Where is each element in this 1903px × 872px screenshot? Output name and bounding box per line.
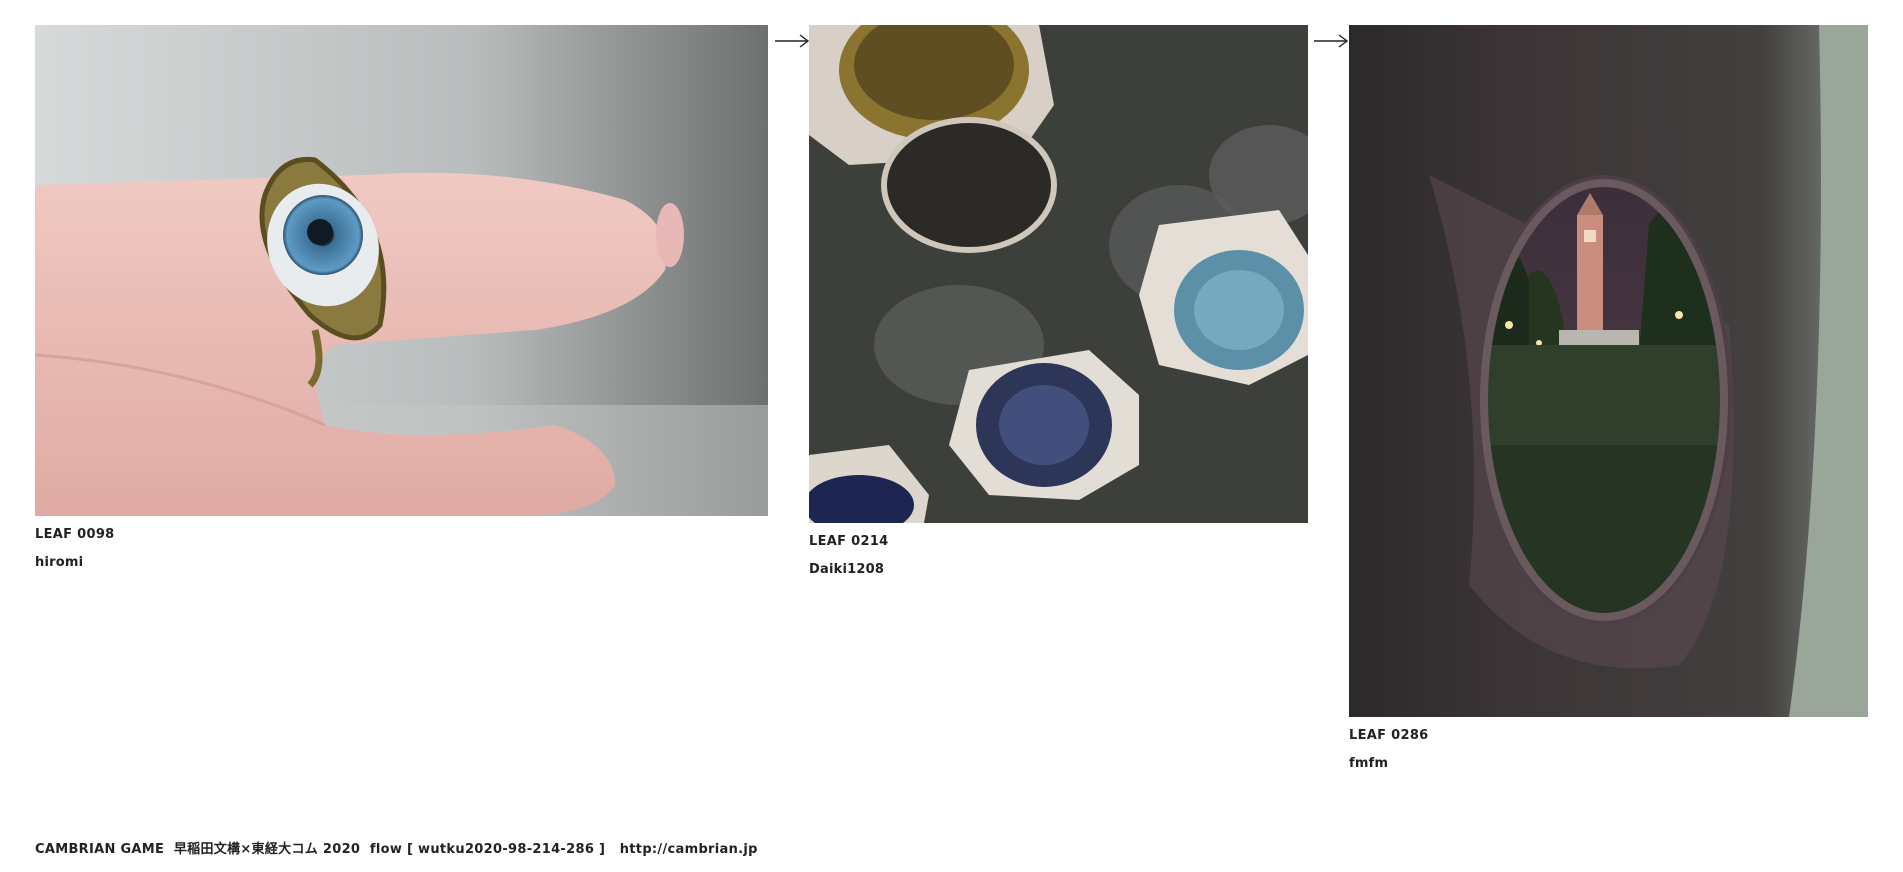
leaf-card-0214[interactable]: LEAF 0214 Daiki1208 [809, 25, 1308, 577]
leaf-author-name[interactable]: fmfm [1349, 756, 1388, 771]
leaf-id-label[interactable]: LEAF 0286 [1349, 728, 1429, 743]
leaf-id-label[interactable]: LEAF 0098 [35, 527, 115, 542]
leaf-photo-lens-filters[interactable] [809, 25, 1308, 523]
right-arrow-icon [774, 34, 810, 48]
leaf-photo-night-campus[interactable] [1349, 25, 1868, 717]
leaf-id-label[interactable]: LEAF 0214 [809, 534, 889, 549]
footer-credit-text: CAMBRIAN GAME 早稲田文構×東経大コム 2020 flow [ wu… [35, 842, 606, 857]
leaf-card-0098[interactable]: LEAF 0098 hiromi [35, 25, 768, 570]
leaf-author-name[interactable]: Daiki1208 [809, 562, 884, 577]
right-arrow-icon [1313, 34, 1349, 48]
leaf-card-0286[interactable]: LEAF 0286 fmfm [1349, 25, 1868, 771]
leaf-author-name[interactable]: hiromi [35, 555, 83, 570]
footer-link[interactable]: http://cambrian.jp [620, 842, 758, 857]
footer-credit: CAMBRIAN GAME 早稲田文構×東経大コム 2020 flow [ wu… [35, 838, 758, 857]
leaf-photo-eye-ring[interactable] [35, 25, 768, 516]
